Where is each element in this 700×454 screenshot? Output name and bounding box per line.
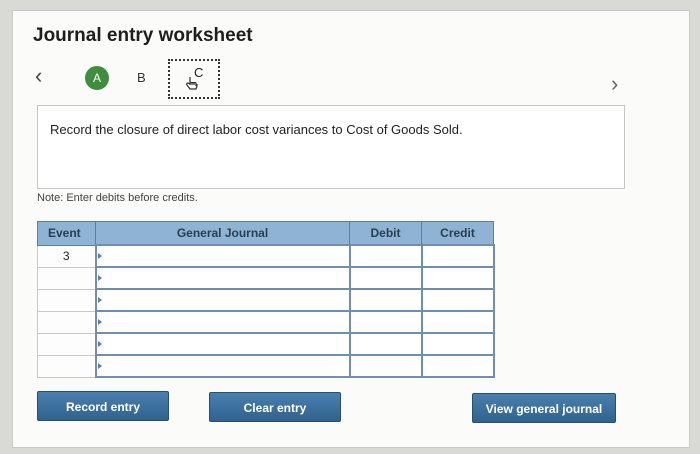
credit-cell[interactable]	[420, 266, 495, 290]
step-c-tab[interactable]: C	[168, 59, 220, 99]
table-row	[37, 310, 495, 334]
step-b-tab[interactable]: B	[137, 70, 146, 85]
credit-cell[interactable]	[420, 354, 495, 378]
instruction-text: Record the closure of direct labor cost …	[50, 122, 463, 137]
table-row	[37, 266, 495, 290]
credit-cell[interactable]	[420, 288, 495, 312]
caret-right-icon	[97, 253, 102, 259]
chevron-left-icon[interactable]: ‹	[35, 63, 42, 89]
debit-cell[interactable]	[348, 332, 423, 356]
table-header-row: Event General Journal Debit Credit	[37, 221, 494, 246]
credit-cell[interactable]	[420, 310, 495, 334]
general-journal-header: General Journal	[95, 221, 350, 246]
record-entry-button[interactable]: Record entry	[37, 391, 169, 421]
debit-cell[interactable]	[348, 266, 423, 290]
event-cell: 3	[37, 244, 96, 268]
caret-right-icon	[97, 363, 102, 369]
journal-account-cell[interactable]	[94, 332, 351, 356]
table-row: 3	[37, 244, 495, 268]
event-cell	[37, 266, 96, 290]
note-text: Note: Enter debits before credits.	[37, 192, 198, 204]
caret-right-icon	[97, 341, 102, 347]
debit-cell[interactable]	[348, 288, 423, 312]
event-cell	[37, 288, 96, 312]
credit-header: Credit	[421, 221, 494, 246]
journal-table: Event General Journal Debit Credit 3	[37, 221, 495, 378]
journal-account-cell[interactable]	[94, 244, 351, 268]
debit-cell[interactable]	[348, 244, 423, 268]
caret-right-icon	[97, 275, 102, 281]
event-cell	[37, 310, 96, 334]
journal-account-cell[interactable]	[94, 354, 351, 378]
step-a-tab[interactable]: A	[85, 66, 109, 90]
caret-right-icon	[97, 297, 102, 303]
view-general-journal-button[interactable]: View general journal	[472, 393, 616, 423]
clear-entry-button[interactable]: Clear entry	[209, 392, 341, 422]
journal-account-cell[interactable]	[94, 310, 351, 334]
event-cell	[37, 354, 96, 378]
worksheet-panel: Journal entry worksheet ‹ A B C › Record…	[12, 10, 690, 448]
table-row	[37, 332, 495, 356]
hand-pointer-icon	[185, 77, 198, 90]
journal-account-cell[interactable]	[94, 266, 351, 290]
credit-cell[interactable]	[420, 332, 495, 356]
page-title: Journal entry worksheet	[33, 25, 253, 46]
credit-cell[interactable]	[420, 244, 495, 268]
debit-header: Debit	[349, 221, 422, 246]
chevron-right-icon[interactable]: ›	[611, 71, 618, 97]
debit-cell[interactable]	[348, 354, 423, 378]
debit-cell[interactable]	[348, 310, 423, 334]
journal-account-cell[interactable]	[94, 288, 351, 312]
event-cell	[37, 332, 96, 356]
table-row	[37, 354, 495, 378]
instruction-box: Record the closure of direct labor cost …	[37, 105, 625, 189]
caret-right-icon	[97, 319, 102, 325]
event-header: Event	[37, 221, 96, 246]
table-row	[37, 288, 495, 312]
